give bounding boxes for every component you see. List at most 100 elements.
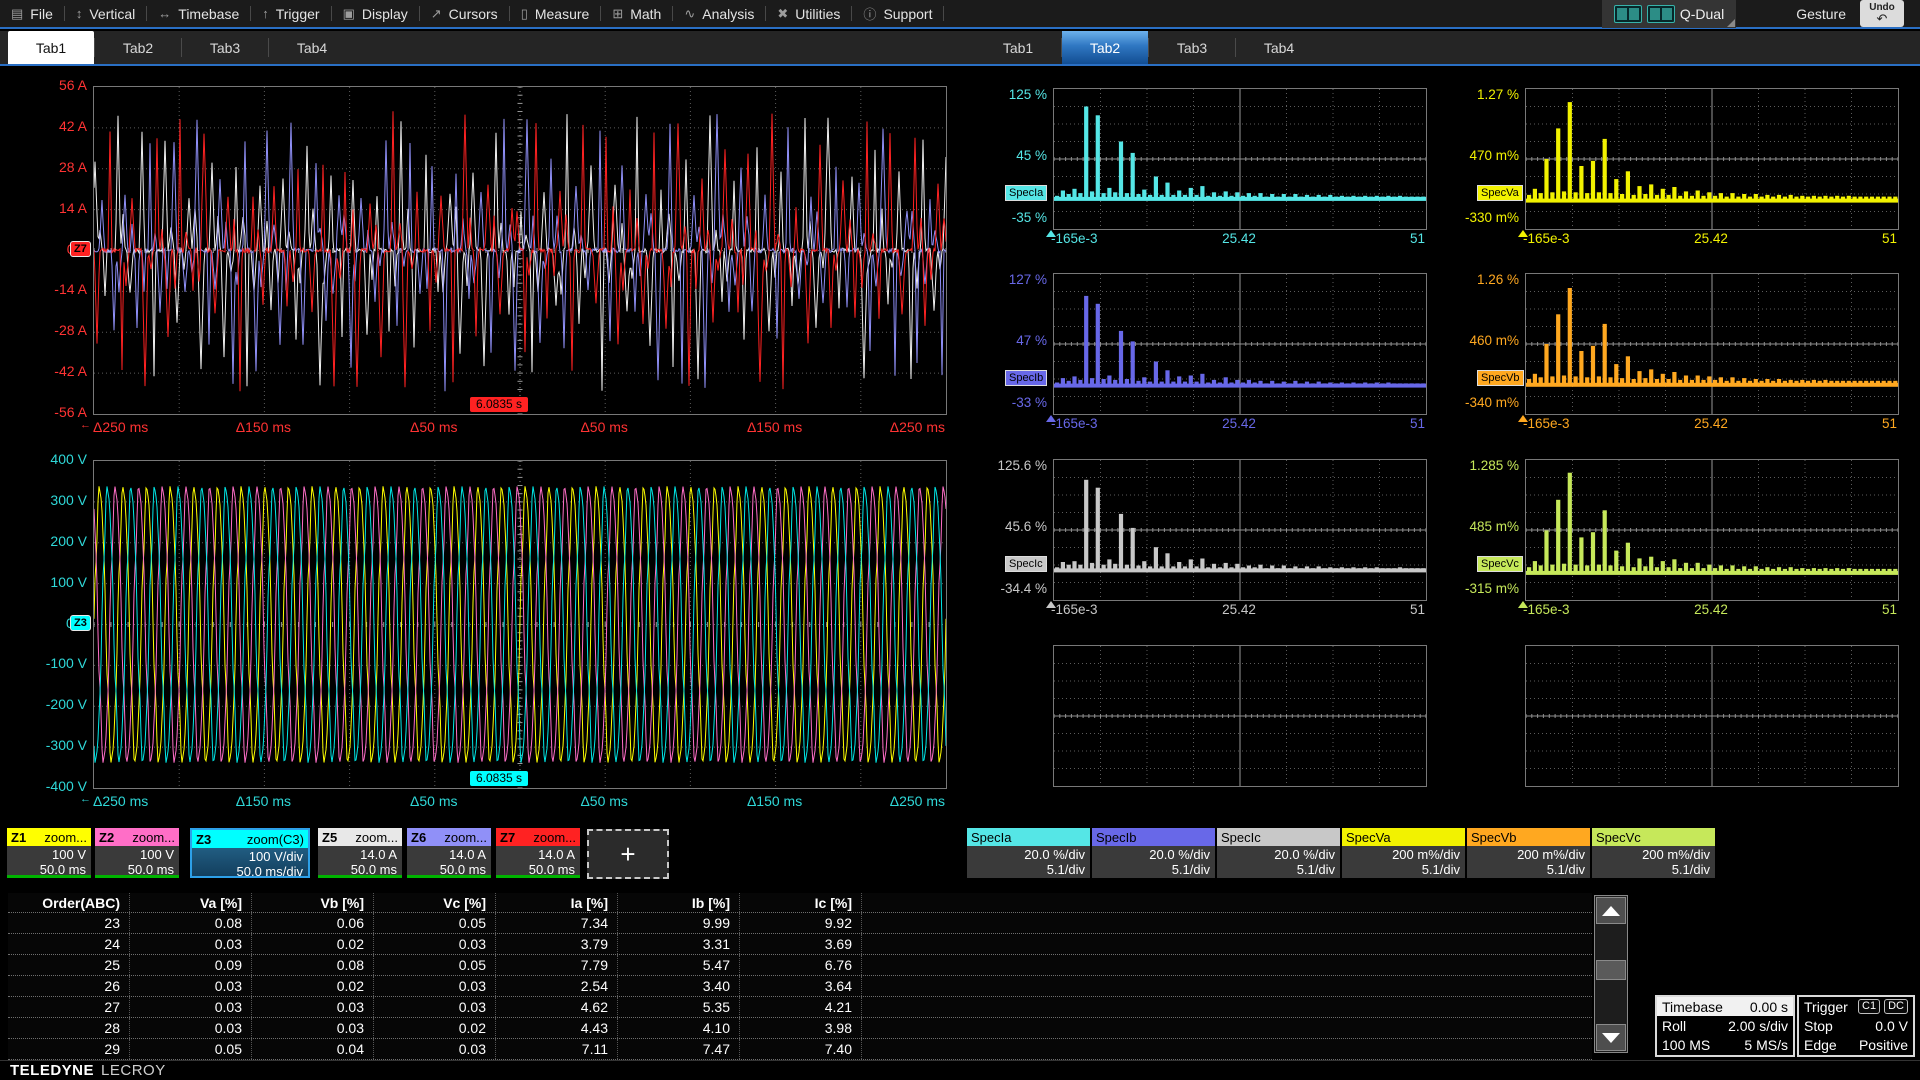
zoom-badge-z3[interactable]: Z3 xyxy=(70,615,91,631)
menu-item-vertical[interactable]: ↕Vertical xyxy=(65,0,146,28)
descriptor-id: SpecIc xyxy=(1221,830,1261,845)
table-cell: 28 xyxy=(8,1018,130,1038)
add-trace-button[interactable]: + xyxy=(587,829,669,879)
brand-teledyne: TELEDYNE xyxy=(10,1062,94,1079)
table-cell: 7.79 xyxy=(496,955,618,975)
qdual-display-mode[interactable]: Q-Dual xyxy=(1602,0,1736,28)
spec-badge-specia[interactable]: SpecIa xyxy=(1005,185,1047,201)
tab-left-tab2[interactable]: Tab2 xyxy=(95,31,181,64)
descriptor-header: Z3zoom(C3) xyxy=(192,830,308,848)
table-cell: 24 xyxy=(8,934,130,954)
table-cell: 0.08 xyxy=(130,913,252,933)
vertical-scale: 200 m%/div xyxy=(1592,847,1710,862)
spec-x-axis-label: 51 xyxy=(1370,602,1425,617)
spec-badge-specvb[interactable]: SpecVb xyxy=(1477,370,1524,386)
spectrum-plot-specvc[interactable] xyxy=(1525,459,1899,601)
menu-item-file[interactable]: ▤File xyxy=(0,0,64,28)
spec-y-axis-label: 1.26 % xyxy=(1433,272,1519,287)
vertical-scale: 100 V/div xyxy=(192,849,303,864)
descriptor-id: Z1 xyxy=(11,830,26,845)
tab-right-tab1[interactable]: Tab1 xyxy=(975,31,1061,64)
menu-item-display[interactable]: ▣Display xyxy=(332,0,419,28)
file-icon: ▤ xyxy=(11,6,23,22)
trace-descriptor-specib[interactable]: SpecIb20.0 %/div5.1/div xyxy=(1092,828,1215,878)
y-axis-label: 28 A xyxy=(1,159,87,175)
brand-bar: TELEDYNE LECROY xyxy=(0,1060,1920,1080)
table-cell: 0.05 xyxy=(130,1039,252,1059)
trace-descriptor-z2[interactable]: Z2zoom...100 V50.0 ms xyxy=(95,828,179,878)
menu-item-cursors[interactable]: ↗Cursors xyxy=(420,0,509,28)
table-cell: 9.99 xyxy=(618,913,740,933)
y-axis-label: 400 V xyxy=(1,451,87,467)
scroll-up-button[interactable] xyxy=(1596,897,1626,924)
table-row: 240.030.020.033.793.313.69 xyxy=(8,934,1592,955)
y-axis-label: -400 V xyxy=(1,778,87,794)
support-icon: ⓘ xyxy=(863,4,876,23)
tab-right-tab3[interactable]: Tab3 xyxy=(1149,31,1235,64)
trace-descriptor-z5[interactable]: Z5zoom...14.0 A50.0 ms xyxy=(318,828,402,878)
menu-item-support[interactable]: ⓘSupport xyxy=(852,0,943,28)
undo-button[interactable]: Undo ↶ xyxy=(1860,0,1904,27)
tab-left-tab1[interactable]: Tab1 xyxy=(8,31,94,64)
tab-left-tab3[interactable]: Tab3 xyxy=(182,31,268,64)
spec-x-axis-label: -165e-3 xyxy=(1051,416,1098,431)
scrollbar-thumb[interactable] xyxy=(1596,960,1626,980)
y-axis-label: -14 A xyxy=(1,281,87,297)
table-scrollbar[interactable] xyxy=(1594,895,1628,1053)
tab-right-tab2[interactable]: Tab2 xyxy=(1062,31,1148,64)
descriptor-scales: 100 V/div50.0 ms/div xyxy=(192,848,308,879)
descriptor-function: zoom... xyxy=(355,830,398,845)
spectrum-plot-specia[interactable] xyxy=(1053,88,1427,230)
tab-right-tab4[interactable]: Tab4 xyxy=(1236,31,1322,64)
table-cell: 2.54 xyxy=(496,976,618,996)
trigger-summary-box[interactable]: TriggerC1DCStop0.0 VEdgePositive xyxy=(1797,995,1915,1057)
descriptor-header: SpecVc xyxy=(1592,828,1715,846)
spec-badge-specvc[interactable]: SpecVc xyxy=(1477,556,1523,572)
trace-descriptor-specic[interactable]: SpecIc20.0 %/div5.1/div xyxy=(1217,828,1340,878)
spectrum-plot-specib[interactable] xyxy=(1053,273,1427,415)
cursors-icon: ↗ xyxy=(431,6,442,22)
spec-badge-specib[interactable]: SpecIb xyxy=(1005,370,1047,386)
info-row-value: 0.0 V xyxy=(1875,1018,1908,1034)
spec-badge-specic[interactable]: SpecIc xyxy=(1005,556,1047,572)
trace-descriptor-z7[interactable]: Z7zoom...14.0 A50.0 ms xyxy=(496,828,580,878)
timebase-summary-box[interactable]: Timebase0.00 sRoll2.00 s/div100 MS5 MS/s xyxy=(1655,995,1795,1057)
scroll-down-button[interactable] xyxy=(1596,1024,1626,1051)
trace-descriptor-z1[interactable]: Z1zoom...100 V50.0 ms xyxy=(7,828,91,878)
table-cell: 27 xyxy=(8,997,130,1017)
tab-group-right: Tab1Tab2Tab3Tab4 xyxy=(975,31,1322,64)
trace-descriptor-specia[interactable]: SpecIa20.0 %/div5.1/div xyxy=(967,828,1090,878)
spectrum-plot-specic[interactable] xyxy=(1053,459,1427,601)
trace-descriptor-specva[interactable]: SpecVa200 m%/div5.1/div xyxy=(1342,828,1465,878)
trace-descriptor-z6[interactable]: Z6zoom...14.0 A50.0 ms xyxy=(407,828,491,878)
trace-descriptor-specvb[interactable]: SpecVb200 m%/div5.1/div xyxy=(1467,828,1590,878)
trace-descriptor-z3[interactable]: Z3zoom(C3)100 V/div50.0 ms/div xyxy=(190,828,310,878)
menu-item-utilities[interactable]: ✖Utilities xyxy=(766,0,851,28)
x-axis-label: Δ250 ms xyxy=(93,793,148,809)
spec-y-axis-label: 470 m% xyxy=(1433,148,1519,163)
menu-item-timebase[interactable]: ↔Timebase xyxy=(147,0,250,28)
zoom-badge-z7[interactable]: Z7 xyxy=(70,241,91,257)
spec-x-axis-label: 51 xyxy=(1370,231,1425,246)
menu-item-measure[interactable]: ▯Measure xyxy=(510,0,601,28)
table-cell: 5.47 xyxy=(618,955,740,975)
menu-item-math[interactable]: ⊞Math xyxy=(601,0,672,28)
table-row: 250.090.080.057.795.476.76 xyxy=(8,955,1592,976)
table-header-cell: Ib [%] xyxy=(618,893,740,912)
zoom-voltage-plot[interactable] xyxy=(93,460,947,789)
menu-item-label: Display xyxy=(362,6,408,22)
spectrum-plot-empty-1[interactable] xyxy=(1053,645,1427,787)
tab-left-tab4[interactable]: Tab4 xyxy=(269,31,355,64)
info-row-value: 5 MS/s xyxy=(1744,1037,1788,1053)
spec-badge-specva[interactable]: SpecVa xyxy=(1477,185,1523,201)
zoom-current-plot[interactable] xyxy=(93,86,947,415)
descriptor-on-indicator xyxy=(7,875,91,878)
menu-item-analysis[interactable]: ∿Analysis xyxy=(673,0,765,28)
spec-x-axis-label: 25.42 xyxy=(1199,602,1279,617)
spectrum-plot-empty-2[interactable] xyxy=(1525,645,1899,787)
table-cell: 0.03 xyxy=(130,976,252,996)
spectrum-plot-specvb[interactable] xyxy=(1525,273,1899,415)
trace-descriptor-specvc[interactable]: SpecVc200 m%/div5.1/div xyxy=(1592,828,1715,878)
spectrum-plot-specva[interactable] xyxy=(1525,88,1899,230)
menu-item-trigger[interactable]: ↑Trigger xyxy=(251,0,330,28)
